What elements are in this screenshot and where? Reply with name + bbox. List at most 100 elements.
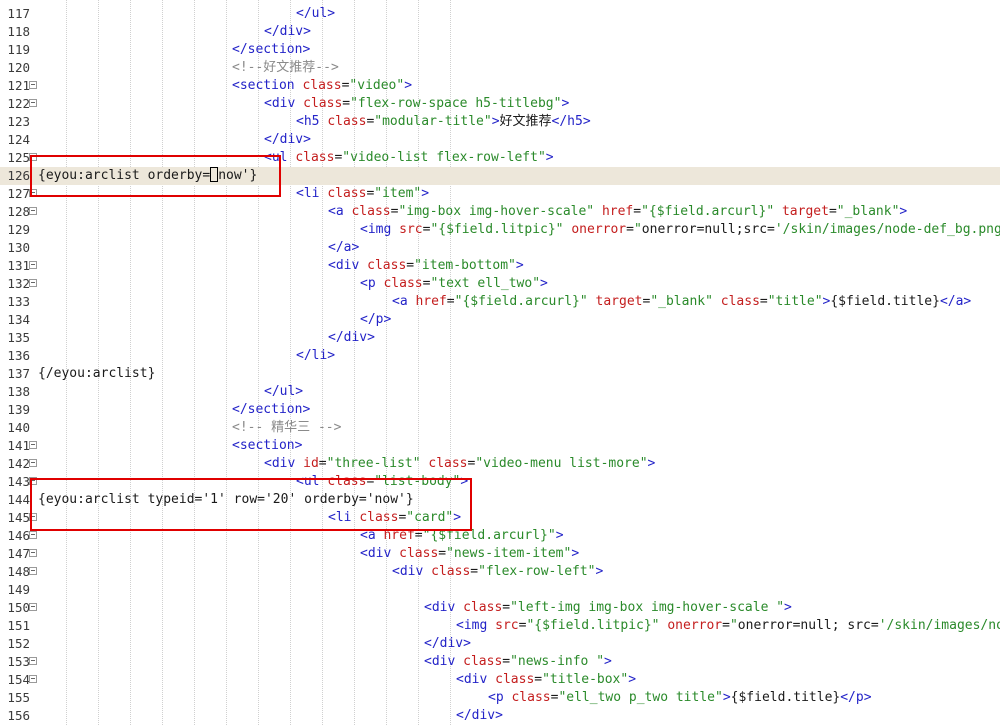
code-token: </a> — [939, 294, 972, 309]
code-token: <div — [392, 564, 432, 579]
code-line[interactable]: 137 {/eyou:arclist} — [0, 365, 1000, 383]
fold-toggle-icon[interactable] — [29, 549, 37, 557]
fold-toggle-icon[interactable] — [29, 531, 37, 539]
line-number: 156 — [7, 708, 30, 723]
code-line[interactable]: 149 — [0, 581, 1000, 599]
line-number: 136 — [7, 348, 30, 363]
fold-toggle-icon[interactable] — [29, 279, 37, 287]
code-line[interactable]: 155 <p class="ell_two p_two title">{$fiel… — [0, 689, 1000, 707]
code-token: " — [729, 618, 738, 633]
highlight-box-typeid-row — [30, 478, 472, 531]
code-token: onerror — [571, 222, 627, 237]
code-token: <a — [392, 294, 416, 309]
code-token: "img-box img-hover-scale" — [398, 204, 595, 219]
code-text: <div class="left-img img-box img-hover-s… — [424, 599, 792, 617]
fold-toggle-icon[interactable] — [29, 675, 37, 683]
code-token: "{$field.litpic}" — [430, 222, 564, 237]
code-token: '/skin/images/nod — [878, 618, 1000, 633]
code-token: = — [502, 600, 511, 615]
code-text: <a href="{$field.arcurl}" target="_blank… — [392, 293, 971, 311]
code-token: class — [428, 456, 468, 471]
code-text: <img src="{$field.litpic}" onerror="oner… — [360, 221, 1000, 239]
code-token: <p — [488, 690, 512, 705]
code-token: = — [759, 294, 768, 309]
code-editor[interactable]: 117 </ul> 118 </div> 119 </section> 120 <!--好文推… — [0, 0, 1000, 725]
code-token: "{$field.arcurl}" — [454, 294, 588, 309]
code-token: </h5> — [551, 114, 591, 129]
code-line[interactable]: 120 <!--好文推荐--> — [0, 59, 1000, 77]
code-line[interactable]: 117 </ul> — [0, 5, 1000, 23]
line-number: 135 — [7, 330, 30, 345]
code-line[interactable]: 135 </div> — [0, 329, 1000, 347]
code-line[interactable]: 121 <section class="video"> — [0, 77, 1000, 95]
code-line[interactable]: 151 <img src="{$field.litpic}" onerror="o… — [0, 617, 1000, 635]
code-text: <div class="title-box"> — [456, 671, 636, 689]
code-line[interactable]: 138 </ul> — [0, 383, 1000, 401]
code-token: href — [415, 294, 447, 309]
code-line[interactable]: 156 </div> — [0, 707, 1000, 725]
code-token: "title" — [767, 294, 823, 309]
code-token: "news-item-item" — [446, 546, 572, 561]
code-line[interactable]: 136 </li> — [0, 347, 1000, 365]
fold-toggle-icon[interactable] — [29, 81, 37, 89]
code-line[interactable]: 122 <div class="flex-row-space h5-titlebg… — [0, 95, 1000, 113]
line-number: 121 — [7, 78, 30, 93]
code-line[interactable]: 130 </a> — [0, 239, 1000, 257]
line-number: 143 — [7, 474, 30, 489]
line-number: 152 — [7, 636, 30, 651]
fold-toggle-icon[interactable] — [29, 459, 37, 467]
code-text: <ul class="video-list flex-row-left"> — [264, 149, 554, 167]
line-number: 141 — [7, 438, 30, 453]
line-number: 149 — [7, 582, 30, 597]
code-token: "left-img img-box img-hover-scale " — [510, 600, 785, 615]
code-token: = — [633, 204, 642, 219]
code-text: {/eyou:arclist} — [38, 365, 155, 383]
code-line[interactable]: 123 <h5 class="modular-title">好文推荐</h5> — [0, 113, 1000, 131]
fold-toggle-icon[interactable] — [29, 567, 37, 575]
code-token: class — [383, 276, 423, 291]
code-line[interactable]: 142 <div id="three-list" class="video-men… — [0, 455, 1000, 473]
code-line[interactable]: 134 </p> — [0, 311, 1000, 329]
code-line[interactable]: 141 <section> — [0, 437, 1000, 455]
line-number: 142 — [7, 456, 30, 471]
code-line[interactable]: 152 </div> — [0, 635, 1000, 653]
code-line[interactable]: 153 <div class="news-info "> — [0, 653, 1000, 671]
code-line[interactable]: 118 </div> — [0, 23, 1000, 41]
code-line[interactable]: 148 <div class="flex-row-left"> — [0, 563, 1000, 581]
code-text: </section> — [232, 401, 310, 419]
code-line[interactable]: 124 </div> — [0, 131, 1000, 149]
code-token: " — [633, 222, 642, 237]
code-token: target — [781, 204, 829, 219]
fold-toggle-icon[interactable] — [29, 441, 37, 449]
code-token: </section> — [232, 42, 311, 57]
code-text: <div id="three-list" class="video-menu l… — [264, 455, 655, 473]
line-number: 119 — [7, 42, 30, 57]
fold-toggle-icon[interactable] — [29, 603, 37, 611]
code-line[interactable]: 132 <p class="text ell_two"> — [0, 275, 1000, 293]
line-number: 131 — [7, 258, 30, 273]
code-line[interactable]: 150 <div class="left-img img-box img-hove… — [0, 599, 1000, 617]
line-number: 146 — [7, 528, 30, 543]
code-token: onerror — [667, 618, 723, 633]
fold-toggle-icon[interactable] — [29, 99, 37, 107]
code-line[interactable]: 133 <a href="{$field.arcurl}" target="_bl… — [0, 293, 1000, 311]
fold-toggle-icon[interactable] — [29, 657, 37, 665]
code-token: "flex-row-left" — [478, 564, 596, 579]
code-line[interactable]: 147 <div class="news-item-item"> — [0, 545, 1000, 563]
code-token: > — [540, 276, 548, 291]
code-token: = — [722, 618, 730, 633]
fold-toggle-icon[interactable] — [29, 207, 37, 215]
code-token: > — [545, 150, 554, 165]
code-line[interactable]: 128 <a class = "img-box img-hover-scale" hr… — [0, 203, 1000, 221]
fold-toggle-icon[interactable] — [29, 261, 37, 269]
code-line[interactable]: 154 <div class="title-box"> — [0, 671, 1000, 689]
code-line[interactable]: 139 </section> — [0, 401, 1000, 419]
code-line[interactable]: 119 </section> — [0, 41, 1000, 59]
code-line[interactable]: 131 <div class="item-bottom"> — [0, 257, 1000, 275]
code-token: <div — [264, 456, 304, 471]
code-token: "modular-title" — [374, 114, 492, 129]
code-line[interactable]: 140 <!-- 精华三 --> — [0, 419, 1000, 437]
code-line[interactable]: 129 <img src="{$field.litpic}" onerror="o… — [0, 221, 1000, 239]
